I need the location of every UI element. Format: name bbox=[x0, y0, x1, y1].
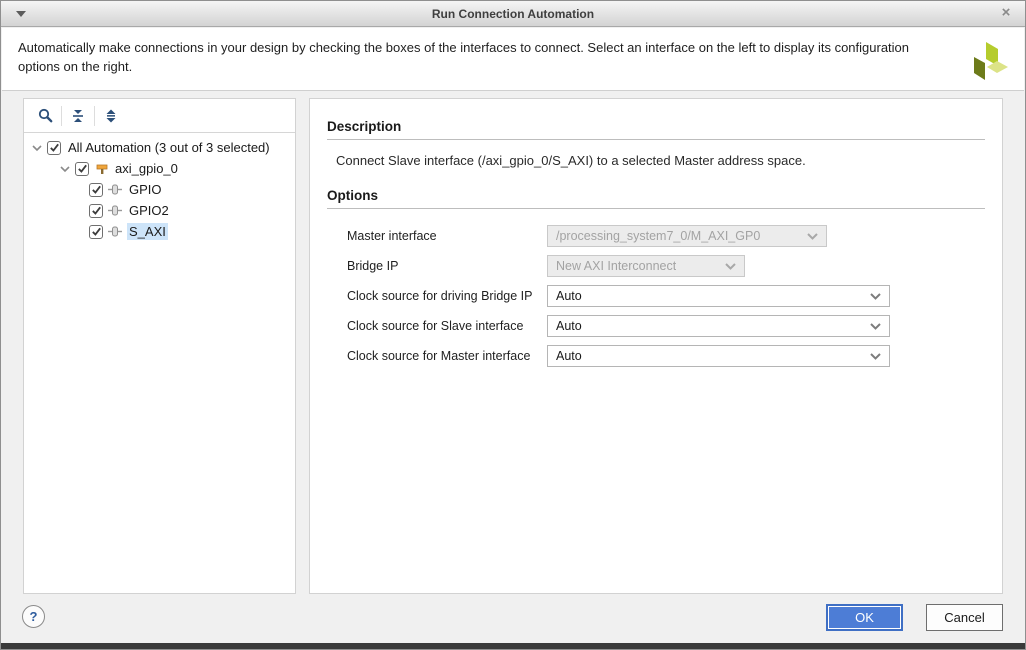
chevron-down-icon[interactable] bbox=[30, 141, 44, 155]
checkbox-axi-gpio-0[interactable] bbox=[75, 162, 89, 176]
interface-icon bbox=[108, 183, 123, 197]
bridge-ip-value: New AXI Interconnect bbox=[556, 259, 676, 273]
bridge-ip-label: Bridge IP bbox=[347, 259, 547, 273]
clock-slave-label: Clock source for Slave interface bbox=[347, 319, 547, 333]
toolbar-separator bbox=[94, 106, 95, 126]
checkbox-all-automation[interactable] bbox=[47, 141, 61, 155]
ip-block-icon bbox=[94, 162, 109, 176]
ok-button[interactable]: OK bbox=[826, 604, 903, 631]
bridge-ip-dropdown: New AXI Interconnect bbox=[547, 255, 745, 277]
chevron-down-icon bbox=[870, 323, 881, 330]
description-rule bbox=[327, 139, 985, 140]
expand-all-icon[interactable] bbox=[98, 104, 124, 128]
options-rule bbox=[327, 208, 985, 209]
collapse-all-icon[interactable] bbox=[65, 104, 91, 128]
tree-label-all-automation[interactable]: All Automation (3 out of 3 selected) bbox=[66, 139, 272, 156]
chevron-down-icon[interactable] bbox=[58, 162, 72, 176]
form-row-clock-slave: Clock source for Slave interface Auto bbox=[347, 315, 1002, 337]
window-bottom-edge bbox=[1, 643, 1025, 649]
checkbox-gpio[interactable] bbox=[89, 183, 103, 197]
chevron-down-icon bbox=[870, 353, 881, 360]
options-heading: Options bbox=[327, 188, 985, 203]
dialog-header: Automatically make connections in your d… bbox=[2, 28, 1024, 91]
description-heading: Description bbox=[327, 119, 985, 134]
automation-tree: All Automation (3 out of 3 selected) bbox=[24, 133, 295, 242]
chevron-down-icon bbox=[725, 263, 736, 270]
window-title: Run Connection Automation bbox=[432, 7, 594, 21]
tree-row-all-automation[interactable]: All Automation (3 out of 3 selected) bbox=[24, 137, 295, 158]
tree-row-gpio[interactable]: GPIO bbox=[24, 179, 295, 200]
tree-row-axi-gpio-0[interactable]: axi_gpio_0 bbox=[24, 158, 295, 179]
clock-bridge-label: Clock source for driving Bridge IP bbox=[347, 289, 547, 303]
chevron-down-icon bbox=[870, 293, 881, 300]
details-panel: Description Connect Slave interface (/ax… bbox=[309, 98, 1003, 594]
chevron-down-icon bbox=[807, 233, 818, 240]
interface-icon bbox=[108, 225, 123, 239]
tree-toolbar bbox=[24, 99, 295, 133]
toolbar-separator bbox=[61, 106, 62, 126]
tree-label-gpio[interactable]: GPIO bbox=[127, 181, 164, 198]
dialog-run-connection-automation: Run Connection Automation × Automaticall… bbox=[0, 0, 1026, 650]
help-button[interactable]: ? bbox=[22, 605, 45, 628]
clock-master-label: Clock source for Master interface bbox=[347, 349, 547, 363]
clock-master-dropdown[interactable]: Auto bbox=[547, 345, 890, 367]
clock-slave-value: Auto bbox=[556, 319, 582, 333]
title-bar[interactable]: Run Connection Automation × bbox=[1, 1, 1025, 27]
description-text: Connect Slave interface (/axi_gpio_0/S_A… bbox=[336, 153, 985, 168]
cancel-button[interactable]: Cancel bbox=[926, 604, 1003, 631]
window-menu-icon[interactable] bbox=[16, 11, 26, 17]
clock-bridge-value: Auto bbox=[556, 289, 582, 303]
tree-row-gpio2[interactable]: GPIO2 bbox=[24, 200, 295, 221]
tree-label-axi-gpio-0[interactable]: axi_gpio_0 bbox=[113, 160, 180, 177]
tree-row-s-axi[interactable]: S_AXI bbox=[24, 221, 295, 242]
form-row-clock-bridge: Clock source for driving Bridge IP Auto bbox=[347, 285, 1002, 307]
clock-master-value: Auto bbox=[556, 349, 582, 363]
master-interface-value: /processing_system7_0/M_AXI_GP0 bbox=[556, 229, 760, 243]
checkbox-gpio2[interactable] bbox=[89, 204, 103, 218]
checkbox-s-axi[interactable] bbox=[89, 225, 103, 239]
interface-icon bbox=[108, 204, 123, 218]
search-icon[interactable] bbox=[32, 104, 58, 128]
form-row-master-interface: Master interface /processing_system7_0/M… bbox=[347, 225, 1002, 247]
master-interface-label: Master interface bbox=[347, 229, 547, 243]
tree-label-s-axi[interactable]: S_AXI bbox=[127, 223, 168, 240]
automation-tree-panel: All Automation (3 out of 3 selected) bbox=[23, 98, 296, 594]
form-row-clock-master: Clock source for Master interface Auto bbox=[347, 345, 1002, 367]
close-icon[interactable]: × bbox=[997, 4, 1015, 22]
dialog-instructions: Automatically make connections in your d… bbox=[18, 40, 909, 74]
clock-slave-dropdown[interactable]: Auto bbox=[547, 315, 890, 337]
master-interface-dropdown: /processing_system7_0/M_AXI_GP0 bbox=[547, 225, 827, 247]
form-row-bridge-ip: Bridge IP New AXI Interconnect bbox=[347, 255, 1002, 277]
tree-label-gpio2[interactable]: GPIO2 bbox=[127, 202, 171, 219]
xilinx-logo-icon bbox=[966, 40, 1010, 84]
options-form: Master interface /processing_system7_0/M… bbox=[310, 225, 1002, 367]
clock-bridge-dropdown[interactable]: Auto bbox=[547, 285, 890, 307]
